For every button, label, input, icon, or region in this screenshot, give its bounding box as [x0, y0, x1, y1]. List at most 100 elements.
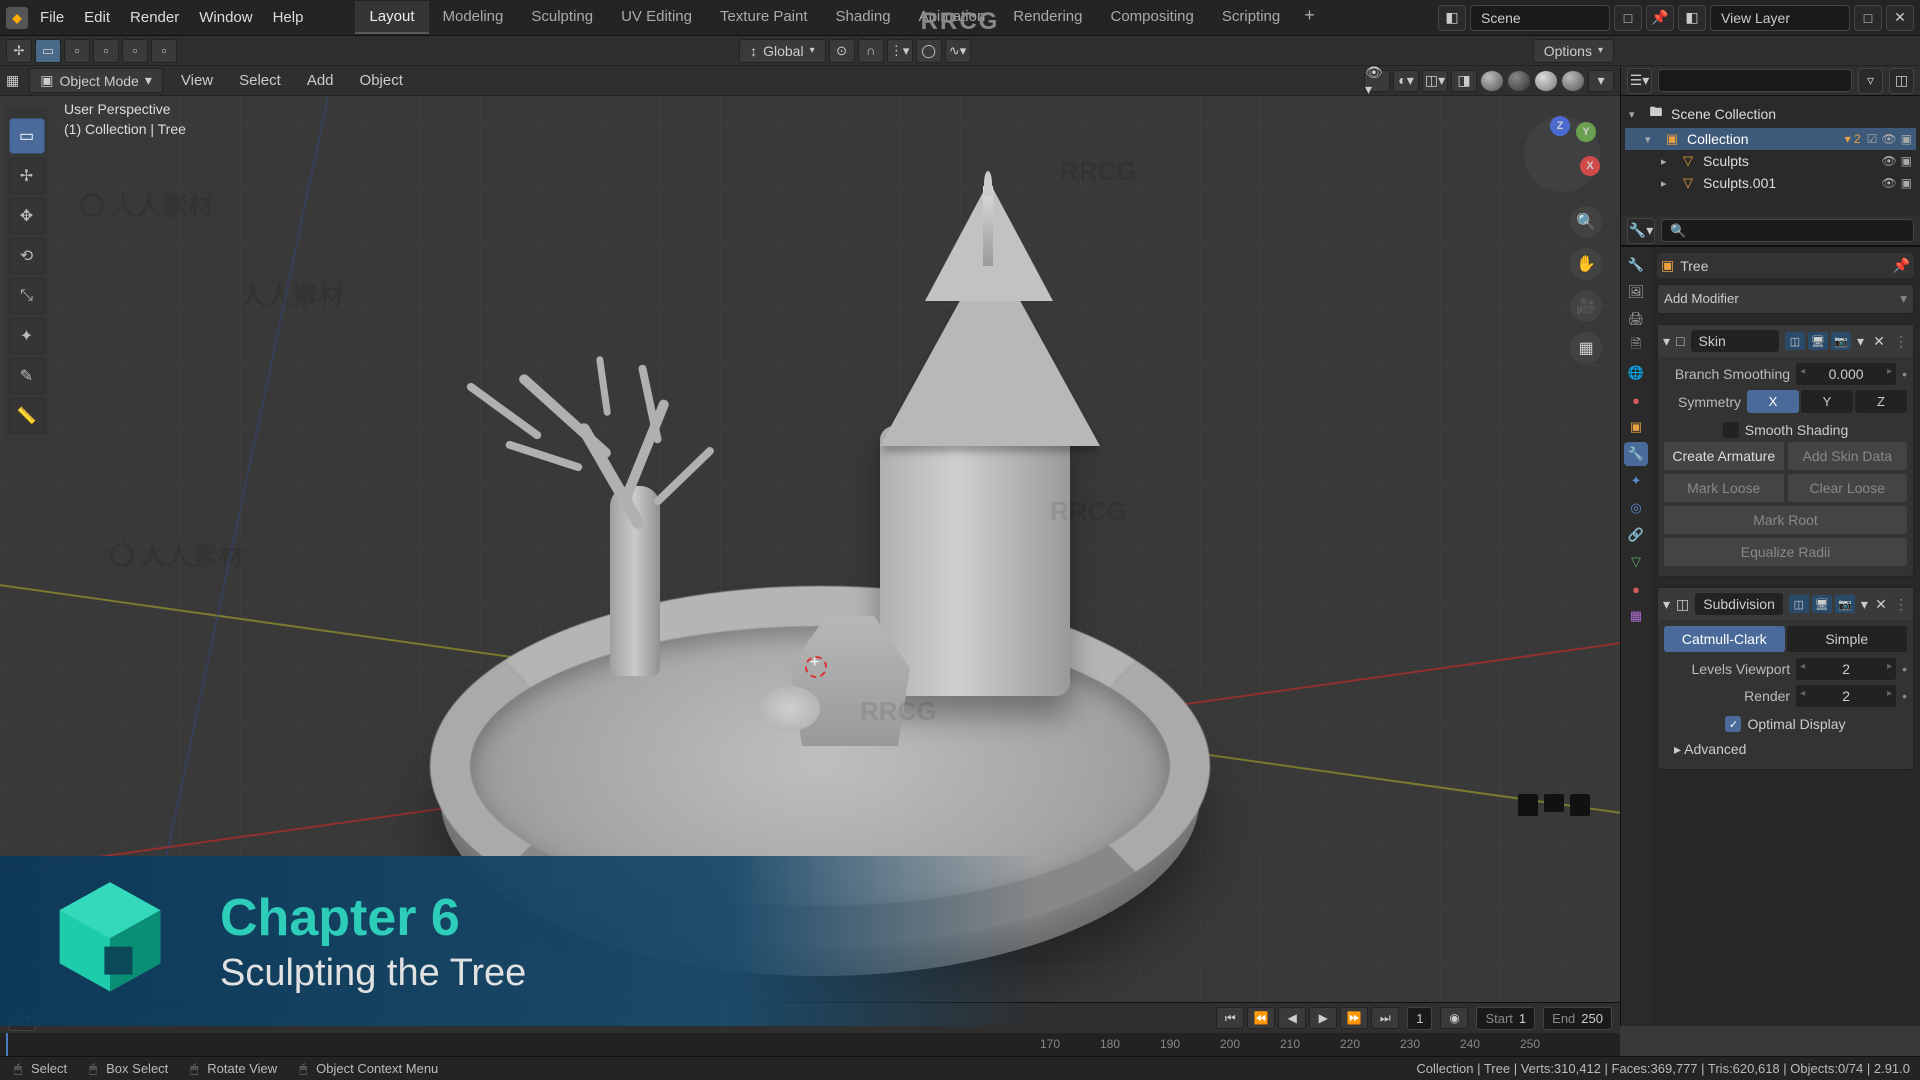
- mod-delete-button[interactable]: ✕: [1870, 332, 1888, 350]
- menu-window[interactable]: Window: [191, 5, 260, 30]
- snap-increment-icon[interactable]: ▫: [151, 39, 177, 63]
- tab-texture[interactable]: ▦: [1624, 604, 1648, 628]
- outliner-item-sculpts001[interactable]: ▸ ▽ Sculpts.001 👁▣: [1625, 172, 1916, 194]
- proportional-falloff-icon[interactable]: ∿▾: [945, 39, 971, 63]
- outliner-editor-icon[interactable]: ☰▾: [1627, 68, 1652, 94]
- scene-new-icon[interactable]: □: [1614, 5, 1642, 31]
- current-frame-input[interactable]: 1: [1407, 1007, 1432, 1030]
- tab-mesh-data[interactable]: ▽: [1624, 550, 1648, 574]
- snap-toggle-icon[interactable]: ∩: [858, 39, 884, 63]
- rotate-tool[interactable]: ⟲: [9, 238, 45, 274]
- outliner-collection[interactable]: ▾ ▣ Collection ▾ 2 ☑👁▣: [1625, 128, 1916, 150]
- scene-browse-icon[interactable]: ◧: [1438, 5, 1466, 31]
- symmetry-x-button[interactable]: X: [1747, 390, 1799, 413]
- cursor-tool-icon[interactable]: ✢: [6, 39, 32, 63]
- tab-tool[interactable]: 🔧: [1624, 253, 1648, 277]
- mark-root-button[interactable]: Mark Root: [1664, 506, 1907, 534]
- nav-gizmo[interactable]: Z Y X: [1524, 116, 1600, 192]
- equalize-radii-button[interactable]: Equalize Radii: [1664, 538, 1907, 566]
- mod-menu-icon[interactable]: ▾: [1857, 333, 1864, 350]
- play-icon[interactable]: ▶: [1309, 1007, 1337, 1029]
- view-menu[interactable]: View: [173, 69, 221, 92]
- playhead[interactable]: [6, 1033, 8, 1057]
- outliner-search-input[interactable]: [1658, 69, 1852, 92]
- mod-editmode-icon[interactable]: ◫: [1785, 332, 1805, 350]
- tab-modifiers[interactable]: 🔧: [1624, 442, 1648, 466]
- keyframe-next-icon[interactable]: ⏩: [1340, 1007, 1368, 1029]
- tree-toggle-icon[interactable]: ▾: [1629, 108, 1641, 121]
- proportional-edit-icon[interactable]: ◯: [916, 39, 942, 63]
- menu-help[interactable]: Help: [265, 5, 312, 30]
- tab-render[interactable]: 🖼: [1624, 280, 1648, 304]
- modifier-name-input[interactable]: Subdivision: [1695, 593, 1783, 615]
- tab-world[interactable]: ●: [1624, 388, 1648, 412]
- keyframe-prev-icon[interactable]: ⏪: [1247, 1007, 1275, 1029]
- optimal-display-checkbox[interactable]: ✓: [1725, 716, 1741, 732]
- snap-target-icon[interactable]: ⋮▾: [887, 39, 913, 63]
- hide-toggle-icon[interactable]: 👁: [1881, 132, 1896, 146]
- xray-icon[interactable]: ◫▾: [1422, 70, 1448, 92]
- workspace-tab-texturepaint[interactable]: Texture Paint: [706, 1, 822, 34]
- create-armature-button[interactable]: Create Armature: [1664, 442, 1784, 470]
- menu-render[interactable]: Render: [122, 5, 187, 30]
- workspace-tab-uvediting[interactable]: UV Editing: [607, 1, 706, 34]
- mod-extras-icon[interactable]: ⋮: [1894, 596, 1908, 613]
- pan-icon[interactable]: ✋: [1570, 248, 1602, 280]
- properties-editor-icon[interactable]: 🔧▾: [1627, 218, 1655, 244]
- transform-orientation-dropdown[interactable]: ↕ Global ▾: [739, 39, 826, 63]
- collapse-icon[interactable]: ▾: [1663, 596, 1670, 613]
- outliner-item-sculpts[interactable]: ▸ ▽ Sculpts 👁▣: [1625, 150, 1916, 172]
- mod-realtime-icon[interactable]: 🖥: [1808, 332, 1828, 350]
- modifier-name-input[interactable]: Skin: [1691, 330, 1779, 352]
- scale-tool[interactable]: ⤡: [9, 278, 45, 314]
- hide-toggle-icon[interactable]: 👁: [1881, 176, 1896, 190]
- jump-end-icon[interactable]: ⏭: [1371, 1007, 1399, 1029]
- disable-toggle-icon[interactable]: ▣: [1901, 176, 1912, 190]
- catmull-clark-button[interactable]: Catmull-Clark: [1664, 626, 1785, 652]
- tree-toggle-icon[interactable]: ▸: [1661, 177, 1673, 190]
- outliner-filter-icon[interactable]: ▿: [1858, 68, 1883, 94]
- add-skin-data-button[interactable]: Add Skin Data: [1788, 442, 1908, 470]
- toggle-xray-icon[interactable]: ◨: [1451, 70, 1477, 92]
- hide-toggle-icon[interactable]: 👁: [1881, 154, 1896, 168]
- solid-shading-icon[interactable]: [1507, 70, 1531, 92]
- simple-button[interactable]: Simple: [1787, 626, 1908, 652]
- options-dropdown[interactable]: Options ▾: [1533, 39, 1614, 63]
- viewlayer-remove-icon[interactable]: ✕: [1886, 5, 1914, 31]
- outliner[interactable]: ▾ 🖿 Scene Collection ▾ ▣ Collection ▾ 2 …: [1621, 96, 1920, 216]
- gizmo-x-icon[interactable]: X: [1580, 156, 1600, 176]
- outliner-scene-collection[interactable]: ▾ 🖿 Scene Collection: [1625, 100, 1916, 128]
- mod-render-icon[interactable]: 📷: [1831, 332, 1851, 350]
- tab-constraints[interactable]: 🔗: [1624, 523, 1648, 547]
- move-tool[interactable]: ✥: [9, 198, 45, 234]
- scene-name-input[interactable]: [1470, 5, 1610, 31]
- mark-loose-button[interactable]: Mark Loose: [1664, 474, 1784, 502]
- menu-edit[interactable]: Edit: [76, 5, 118, 30]
- select-menu[interactable]: Select: [231, 69, 289, 92]
- mod-realtime-icon[interactable]: 🖥: [1812, 595, 1832, 613]
- shading-dropdown-icon[interactable]: ▾: [1588, 70, 1614, 92]
- annotate-tool[interactable]: ✎: [9, 358, 45, 394]
- mod-menu-icon[interactable]: ▾: [1861, 596, 1868, 613]
- advanced-toggle[interactable]: Advanced: [1664, 736, 1907, 763]
- material-shading-icon[interactable]: [1534, 70, 1558, 92]
- tab-physics[interactable]: ◎: [1624, 496, 1648, 520]
- viewlayer-name-input[interactable]: [1710, 5, 1850, 31]
- rendered-shading-icon[interactable]: [1561, 70, 1585, 92]
- animate-prop-icon[interactable]: •: [1902, 366, 1907, 382]
- workspace-tab-sculpting[interactable]: Sculpting: [517, 1, 607, 34]
- show-gizmo-icon[interactable]: 👁▾: [1364, 70, 1390, 92]
- workspace-tab-modeling[interactable]: Modeling: [429, 1, 518, 34]
- outliner-new-collection-icon[interactable]: ◫: [1889, 68, 1914, 94]
- mode-selector[interactable]: ▣ Object Mode ▾: [29, 68, 163, 93]
- menu-file[interactable]: File: [32, 5, 72, 30]
- tab-output[interactable]: 🖨: [1624, 307, 1648, 331]
- select-tool-icon[interactable]: ▭: [35, 39, 61, 63]
- toggle-ortho-icon[interactable]: ▦: [1570, 332, 1602, 364]
- end-frame-input[interactable]: End250: [1543, 1007, 1612, 1030]
- measure-tool[interactable]: 📏: [9, 398, 45, 434]
- auto-keying-icon[interactable]: ◉: [1440, 1007, 1468, 1029]
- viewlayer-browse-icon[interactable]: ◧: [1678, 5, 1706, 31]
- value-branch-smoothing[interactable]: 0.000: [1796, 363, 1896, 385]
- timeline-track[interactable]: 170180190200210220230240250: [0, 1033, 1620, 1057]
